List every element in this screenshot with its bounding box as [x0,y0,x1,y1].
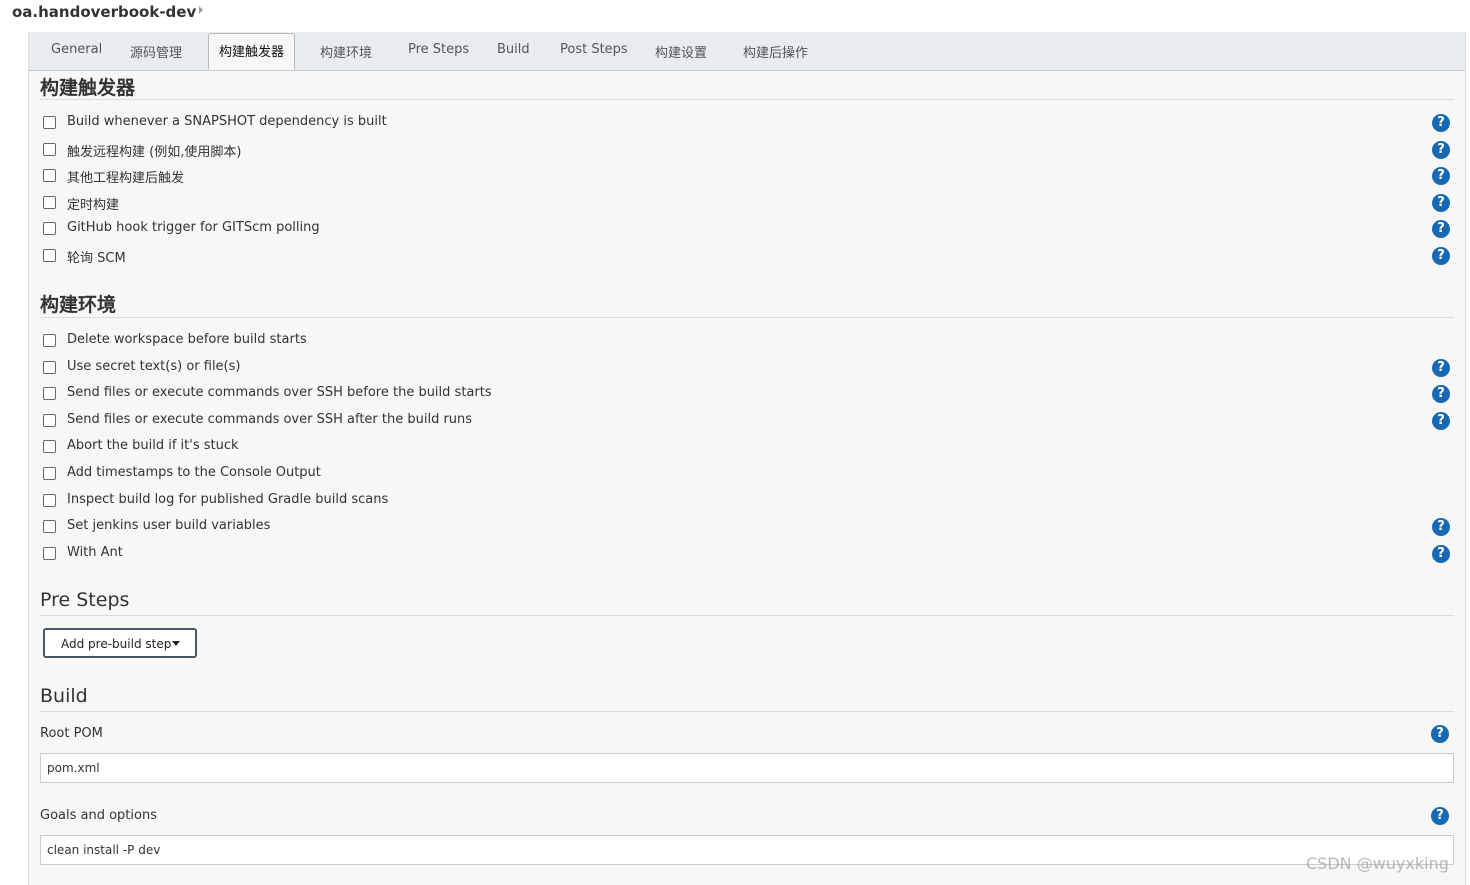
trigger-row-remote: 触发远程构建 (例如,使用脚本) ? [43,139,1453,161]
tab-build[interactable]: Build [497,42,530,57]
config-panel: General 源码管理 构建触发器 构建环境 Pre Steps Build … [28,32,1466,885]
env-with-ant-checkbox[interactable] [43,547,56,560]
help-icon[interactable]: ? [1432,194,1450,212]
trigger-row-scheduled: 定时构建 ? [43,192,1453,214]
help-icon[interactable]: ? [1432,220,1450,238]
env-timestamps-checkbox[interactable] [43,467,56,480]
trigger-poll-scm-checkbox[interactable] [43,249,56,262]
config-tabs: General 源码管理 构建触发器 构建环境 Pre Steps Build … [29,32,1465,71]
help-icon[interactable]: ? [1432,114,1450,132]
section-title-build-triggers: 构建触发器 [40,77,136,99]
tab-post-steps[interactable]: Post Steps [560,42,628,57]
env-row-gradle-scans: Inspect build log for published Gradle b… [43,490,1453,512]
breadcrumb: oa.handoverbook-dev [0,0,1470,30]
trigger-scheduled-checkbox[interactable] [43,196,56,209]
help-icon[interactable]: ? [1431,725,1449,743]
trigger-after-other-checkbox[interactable] [43,169,56,182]
help-icon[interactable]: ? [1431,807,1449,825]
trigger-after-other-label[interactable]: 其他工程构建后触发 [67,167,184,186]
help-icon[interactable]: ? [1432,518,1450,536]
trigger-row-github-hook: GitHub hook trigger for GITScm polling ? [43,218,1453,240]
trigger-scheduled-label[interactable]: 定时构建 [67,194,119,213]
env-gradle-scans-checkbox[interactable] [43,494,56,507]
env-ssh-after-checkbox[interactable] [43,414,56,427]
trigger-remote-label[interactable]: 触发远程构建 (例如,使用脚本) [67,141,241,160]
section-divider [40,711,1454,712]
env-ssh-after-label[interactable]: Send files or execute commands over SSH … [67,412,472,427]
breadcrumb-chevron-icon[interactable] [199,6,203,14]
add-pre-build-step-label: Add pre-build step [61,637,172,651]
trigger-row-snapshot: Build whenever a SNAPSHOT dependency is … [43,112,1453,134]
env-row-user-vars: Set jenkins user build variables ? [43,516,1453,538]
goals-options-input[interactable] [40,835,1454,865]
env-with-ant-label[interactable]: With Ant [67,545,123,560]
trigger-github-hook-label[interactable]: GitHub hook trigger for GITScm polling [67,220,320,235]
tab-build-environment[interactable]: 构建环境 [320,42,372,61]
help-icon[interactable]: ? [1432,247,1450,265]
trigger-poll-scm-label[interactable]: 轮询 SCM [67,247,126,266]
env-user-vars-checkbox[interactable] [43,520,56,533]
job-name-link[interactable]: oa.handoverbook-dev [12,3,196,21]
section-divider [40,99,1454,100]
env-timestamps-label[interactable]: Add timestamps to the Console Output [67,465,321,480]
tab-source-code[interactable]: 源码管理 [130,42,182,61]
help-icon[interactable]: ? [1432,412,1450,430]
section-title-pre-steps: Pre Steps [40,589,130,611]
env-abort-stuck-label[interactable]: Abort the build if it's stuck [67,438,239,453]
trigger-remote-checkbox[interactable] [43,143,56,156]
section-divider [40,615,1454,616]
env-row-ssh-before: Send files or execute commands over SSH … [43,383,1453,405]
trigger-github-hook-checkbox[interactable] [43,222,56,235]
env-row-delete-workspace: Delete workspace before build starts [43,330,1453,352]
tab-pre-steps[interactable]: Pre Steps [408,42,469,57]
section-title-build-environment: 构建环境 [40,294,117,316]
help-icon[interactable]: ? [1432,385,1450,403]
watermark: CSDN @wuyxking [1306,854,1449,873]
tab-general[interactable]: General [51,42,102,57]
env-row-secret-text: Use secret text(s) or file(s) ? [43,357,1453,379]
trigger-row-poll-scm: 轮询 SCM ? [43,245,1453,267]
help-icon[interactable]: ? [1432,359,1450,377]
add-pre-build-step-button[interactable]: Add pre-build step [43,628,197,658]
env-row-abort-stuck: Abort the build if it's stuck [43,436,1453,458]
root-pom-label: Root POM [40,726,103,741]
trigger-snapshot-label[interactable]: Build whenever a SNAPSHOT dependency is … [67,114,387,129]
section-title-build: Build [40,685,88,707]
trigger-row-after-other: 其他工程构建后触发 ? [43,165,1453,187]
goals-options-label: Goals and options [40,808,157,823]
env-gradle-scans-label[interactable]: Inspect build log for published Gradle b… [67,492,388,507]
env-ssh-before-checkbox[interactable] [43,387,56,400]
env-secret-text-label[interactable]: Use secret text(s) or file(s) [67,359,240,374]
env-row-with-ant: With Ant ? [43,543,1453,565]
env-row-ssh-after: Send files or execute commands over SSH … [43,410,1453,432]
env-delete-workspace-label[interactable]: Delete workspace before build starts [67,332,307,347]
tab-build-settings[interactable]: 构建设置 [655,42,707,61]
env-ssh-before-label[interactable]: Send files or execute commands over SSH … [67,385,492,400]
tab-post-build-actions[interactable]: 构建后操作 [743,42,808,61]
env-row-timestamps: Add timestamps to the Console Output [43,463,1453,485]
root-pom-input[interactable] [40,753,1454,783]
caret-down-icon [172,641,180,646]
help-icon[interactable]: ? [1432,141,1450,159]
env-secret-text-checkbox[interactable] [43,361,56,374]
trigger-snapshot-checkbox[interactable] [43,116,56,129]
help-icon[interactable]: ? [1432,545,1450,563]
section-divider [40,317,1454,318]
env-delete-workspace-checkbox[interactable] [43,334,56,347]
env-user-vars-label[interactable]: Set jenkins user build variables [67,518,270,533]
help-icon[interactable]: ? [1432,167,1450,185]
env-abort-stuck-checkbox[interactable] [43,440,56,453]
tab-build-triggers[interactable]: 构建触发器 [208,33,296,70]
